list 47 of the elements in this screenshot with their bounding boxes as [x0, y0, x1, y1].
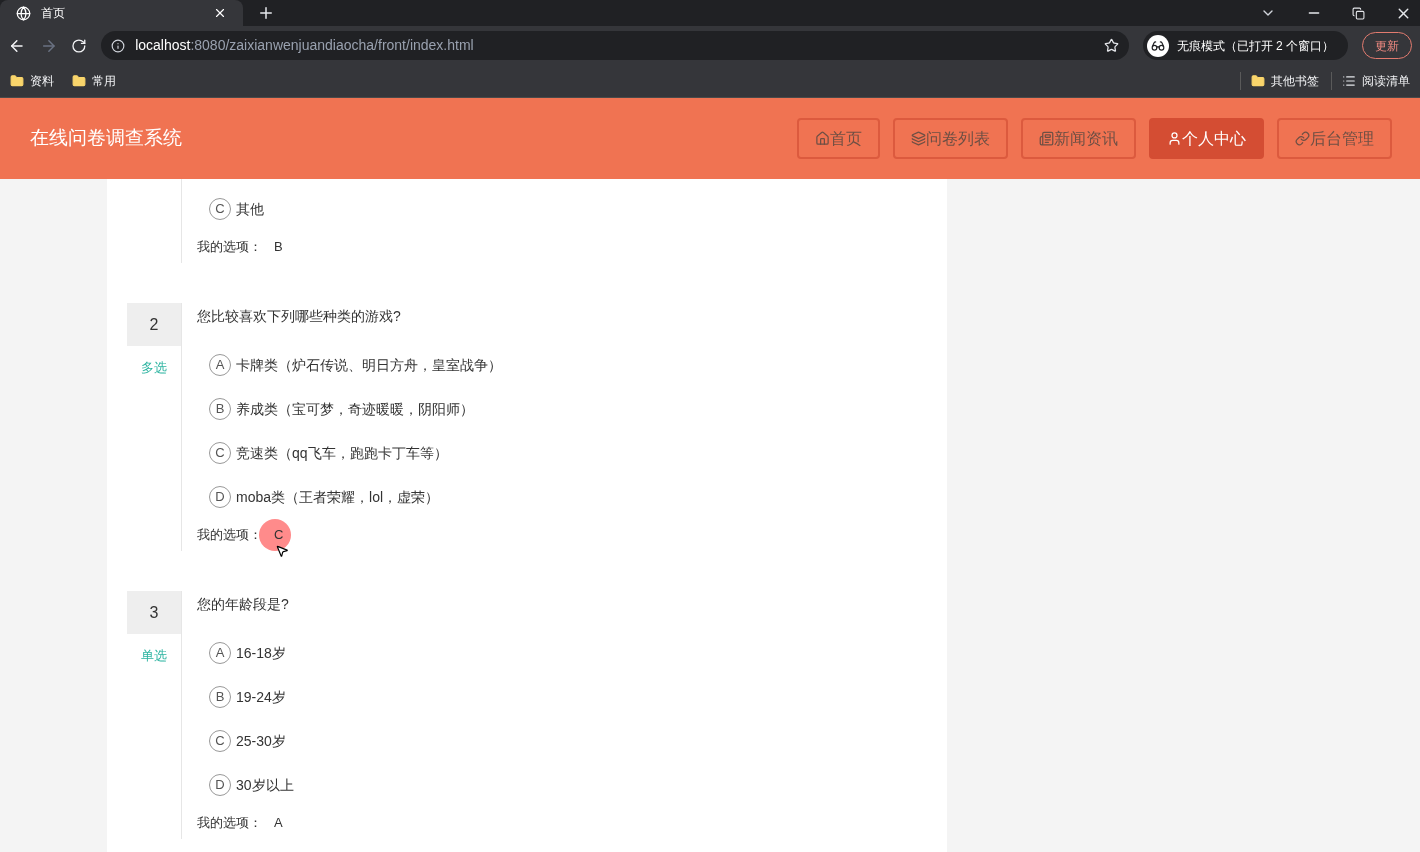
info-icon [111, 38, 126, 53]
option-text: 30岁以上 [236, 775, 294, 795]
option-text: 养成类（宝可梦，奇迹暖暖，阴阳师） [236, 399, 474, 419]
folder-icon [1251, 74, 1265, 88]
bookmark-item[interactable]: 资料 [30, 72, 54, 90]
close-tab-icon[interactable] [213, 6, 227, 20]
option-text: 其他 [236, 199, 264, 219]
address-bar[interactable]: localhost:8080/zaixianwenjuandiaocha/front/index.html [101, 31, 1129, 60]
folder-icon [10, 74, 24, 88]
folder-icon [72, 74, 86, 88]
option-text: 竞速类（qq飞车，跑跑卡丁车等） [236, 443, 448, 463]
new-tab-icon[interactable] [257, 4, 275, 22]
option-text: 25-30岁 [236, 731, 286, 751]
option-text: 19-24岁 [236, 687, 286, 707]
option-text: moba类（王者荣耀，lol，虚荣） [236, 487, 440, 507]
reload-icon[interactable] [71, 37, 88, 54]
answer-value: A [274, 814, 283, 833]
answer-value: B [274, 238, 283, 257]
question-number: 3 [127, 591, 181, 634]
bookmark-item[interactable]: 常用 [92, 72, 116, 90]
bookmark-item[interactable]: 其他书签 [1271, 72, 1319, 90]
answer-label: 我的选项： [197, 238, 262, 257]
nav-button[interactable]: 个人中心 [1149, 118, 1264, 159]
cursor-icon [275, 544, 289, 558]
site-title: 在线问卷调查系统 [30, 126, 183, 151]
restore-icon[interactable] [1352, 6, 1365, 20]
question-number: 2 [127, 303, 181, 346]
layers-icon [911, 131, 926, 146]
answer-label: 我的选项： [197, 526, 262, 545]
user-icon [1167, 131, 1182, 146]
question-type: 多选 [141, 359, 167, 377]
answer-label: 我的选项： [197, 814, 262, 833]
globe-icon [16, 5, 31, 21]
home-icon [815, 131, 830, 146]
option-text: 卡牌类（炉石传说、明日方舟，皇室战争） [236, 355, 502, 375]
option-text: 16-18岁 [236, 643, 286, 663]
answer-value: C [274, 526, 284, 545]
incognito-badge[interactable]: 无痕模式（已打开 2 个窗口） [1142, 31, 1348, 60]
link-icon [1295, 131, 1310, 146]
bookmark-item[interactable]: 阅读清单 [1362, 72, 1410, 90]
question-text: 您的年龄段是? [197, 594, 289, 614]
star-icon[interactable] [1103, 38, 1119, 53]
newspaper-icon [1039, 131, 1054, 146]
list-icon [1342, 74, 1356, 88]
question-text: 您比较喜欢下列哪些种类的游戏? [197, 306, 401, 326]
incognito-icon [1150, 38, 1165, 53]
question-type: 单选 [141, 647, 167, 665]
